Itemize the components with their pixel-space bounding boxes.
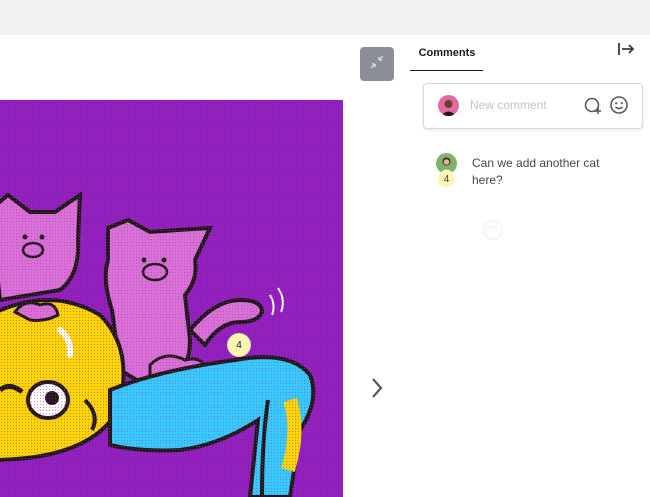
new-comment-box — [423, 83, 643, 129]
comment-thread[interactable]: 4 Can we add another cat here? — [436, 153, 636, 203]
tab-comments-label: Comments — [418, 46, 476, 59]
tab-comments[interactable]: Comments — [410, 35, 483, 71]
collapse-view-button[interactable] — [360, 47, 394, 81]
panel-collapse-icon — [617, 41, 635, 62]
annotation-pin[interactable]: 4 — [227, 333, 251, 357]
add-annotation-icon — [584, 97, 601, 114]
collapse-panel-button[interactable] — [616, 41, 636, 61]
avatar — [438, 95, 459, 116]
emoji-button[interactable] — [609, 95, 629, 115]
comment-number-badge: 4 — [438, 171, 455, 187]
emoji-icon — [610, 96, 628, 114]
add-annotation-button[interactable] — [583, 95, 603, 115]
artwork-image — [0, 100, 343, 497]
new-comment-input[interactable] — [470, 95, 578, 115]
comments-panel: Comments New comment 4 Can we add anothe… — [410, 35, 650, 497]
annotation-pin-number: 4 — [236, 339, 242, 351]
window-top-bar — [0, 0, 650, 36]
faint-swirl-icon — [480, 218, 506, 242]
next-file-button[interactable] — [365, 375, 389, 405]
collapse-arrows-icon — [369, 54, 385, 75]
chevron-right-icon — [370, 377, 384, 404]
comment-text: Can we add another cat here? — [472, 156, 600, 187]
